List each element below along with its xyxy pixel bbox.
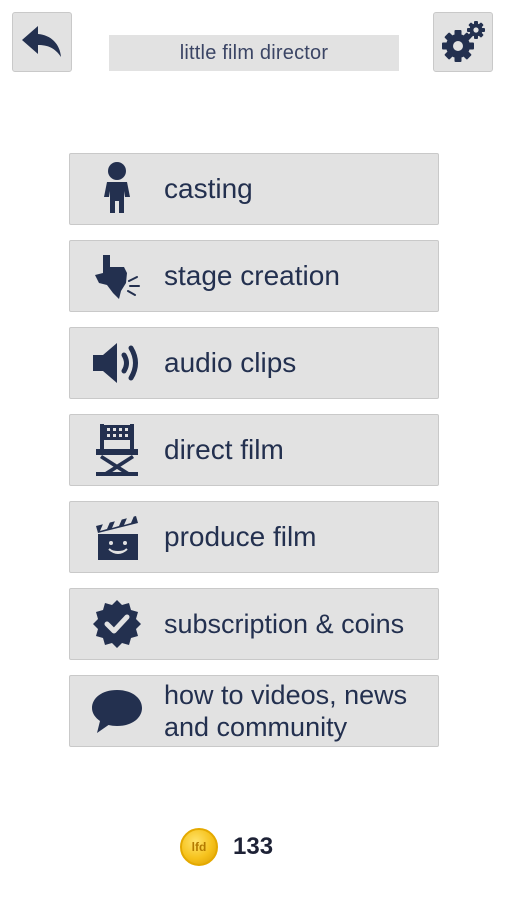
settings-button[interactable]	[433, 12, 493, 72]
app-title: little film director	[109, 35, 399, 71]
produce-film-button[interactable]: produce film	[69, 501, 439, 573]
menu-item-label: how to videos, news and community	[164, 680, 408, 742]
clapperboard-icon	[96, 516, 138, 560]
texas-stage-icon	[95, 255, 140, 299]
speaker-icon	[93, 343, 138, 383]
director-chair-icon	[96, 424, 138, 476]
gear-icon	[442, 21, 485, 62]
person-icon	[104, 162, 130, 213]
direct-film-button[interactable]: direct film	[69, 414, 439, 486]
stage-creation-button[interactable]: stage creation	[69, 240, 439, 312]
speech-bubble-icon	[92, 690, 142, 733]
menu-item-label: stage creation	[164, 260, 340, 291]
how-to-videos-button[interactable]: how to videos, news and community	[69, 675, 439, 747]
audio-clips-button[interactable]: audio clips	[69, 327, 439, 399]
coin-count: 133	[233, 833, 274, 860]
menu-item-label: direct film	[164, 434, 284, 465]
coin-balance: lfd 133	[180, 826, 273, 868]
casting-button[interactable]: casting	[69, 153, 439, 225]
menu-item-label: audio clips	[164, 347, 297, 378]
menu-item-label: produce film	[164, 521, 317, 552]
coin-icon: lfd	[180, 828, 218, 866]
main-menu: casting stage creation audio clips direc…	[69, 153, 439, 762]
badge-check-icon	[93, 600, 141, 648]
menu-item-label: subscription & coins	[164, 609, 405, 639]
subscription-coins-button[interactable]: subscription & coins	[69, 588, 439, 660]
back-button[interactable]	[12, 12, 72, 72]
menu-item-label: casting	[164, 173, 253, 204]
back-arrow-icon	[22, 26, 61, 57]
